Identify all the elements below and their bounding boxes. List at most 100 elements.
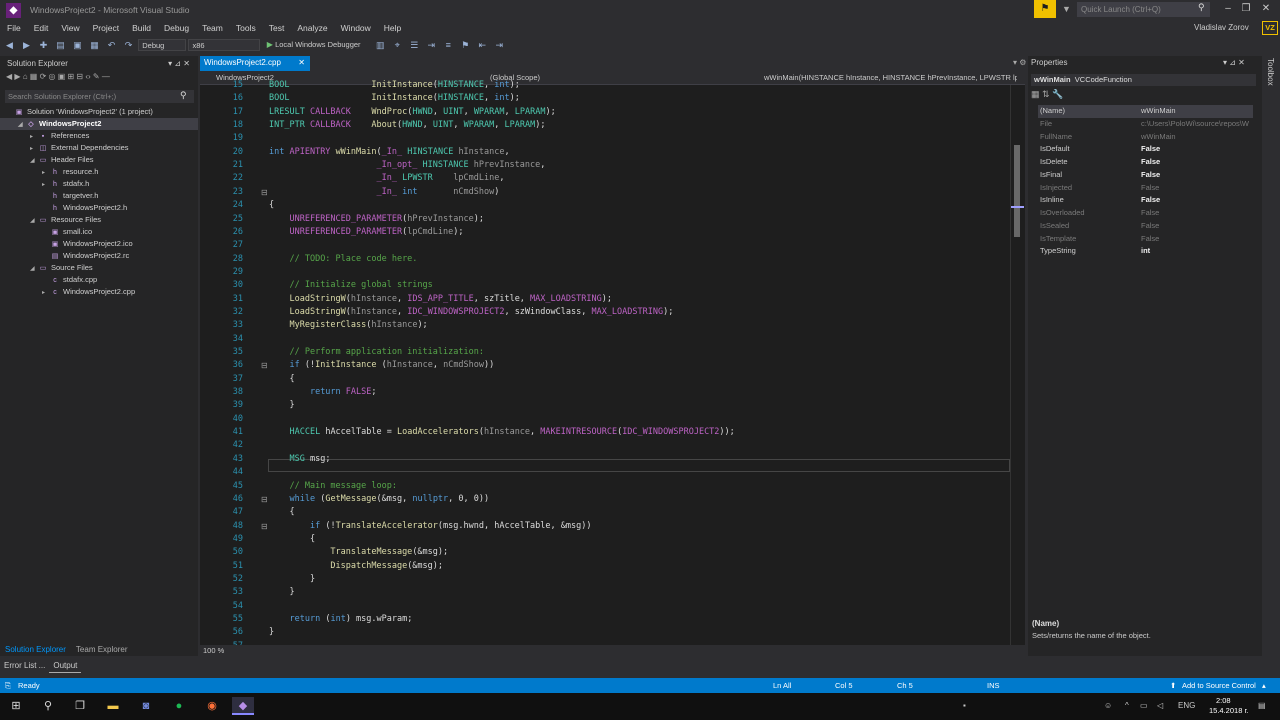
expand-arrow-icon[interactable]: ▸ bbox=[42, 287, 50, 299]
bookmark-icon[interactable]: ⚑ bbox=[460, 40, 471, 51]
code-line[interactable]: INT_PTR CALLBACK About(HWND, UINT, WPARA… bbox=[269, 119, 546, 132]
code-line[interactable]: { bbox=[269, 199, 274, 212]
platform-select[interactable]: x86 bbox=[188, 39, 261, 51]
toolbar-icons[interactable]: ◀ ▶ ⌂ ▦ ⟳ ◎ ▣ ⊞ ⊟ ‹› ✎ — bbox=[6, 72, 110, 81]
tree-item[interactable]: ◢ ▭ Header Files bbox=[0, 154, 198, 166]
tree-item[interactable]: ▸ h stdafx.h bbox=[0, 178, 198, 190]
close-button[interactable]: ✕ bbox=[1258, 2, 1274, 16]
property-row[interactable]: IsOverloaded False bbox=[1038, 207, 1253, 220]
show-hidden-icons[interactable]: ^ bbox=[1125, 701, 1129, 710]
clock-time[interactable]: 2:08 bbox=[1216, 696, 1231, 705]
code-line[interactable]: { bbox=[269, 506, 294, 519]
clock-date[interactable]: 15.4.2018 г. bbox=[1209, 706, 1248, 715]
maximize-button[interactable]: ❐ bbox=[1238, 2, 1254, 16]
property-value[interactable]: False bbox=[1141, 143, 1249, 156]
code-line[interactable]: LoadStringW(hInstance, IDS_APP_TITLE, sz… bbox=[269, 293, 611, 306]
code-line[interactable]: } bbox=[269, 399, 294, 412]
search-icon[interactable]: ⚲ bbox=[1198, 2, 1205, 13]
visual-studio-icon[interactable]: ◆ bbox=[232, 697, 254, 715]
scrollbar-thumb[interactable] bbox=[1014, 145, 1020, 237]
property-value[interactable]: False bbox=[1141, 156, 1249, 169]
property-row[interactable]: IsTemplate False bbox=[1038, 233, 1253, 246]
bookmark-prev-icon[interactable]: ⇤ bbox=[477, 40, 488, 51]
code-line[interactable]: } bbox=[269, 573, 315, 586]
code-line[interactable]: } bbox=[269, 626, 274, 639]
fold-toggle-icon[interactable]: ⊟ bbox=[261, 359, 268, 372]
menu-debug[interactable]: Debug bbox=[164, 23, 189, 33]
pin-icon[interactable]: ⌖ bbox=[392, 40, 403, 51]
code-line[interactable]: UNREFERENCED_PARAMETER(lpCmdLine); bbox=[269, 226, 463, 239]
property-value[interactable]: False bbox=[1141, 194, 1249, 207]
code-line[interactable]: if (!TranslateAccelerator(msg.hwnd, hAcc… bbox=[269, 520, 592, 533]
tray-app-icon[interactable]: ▪ bbox=[963, 701, 966, 710]
tab-team-explorer[interactable]: Team Explorer bbox=[71, 643, 133, 656]
code-line[interactable]: return FALSE; bbox=[269, 386, 377, 399]
code-line[interactable]: return (int) msg.wParam; bbox=[269, 613, 412, 626]
properties-object-select[interactable]: wWinMain VCCodeFunction bbox=[1031, 74, 1256, 86]
tree-item[interactable]: c stdafx.cpp bbox=[0, 274, 198, 286]
notification-flag-icon[interactable]: ⚑ bbox=[1034, 0, 1056, 18]
code-line[interactable]: LoadStringW(hInstance, IDC_WINDOWSPROJEC… bbox=[269, 306, 673, 319]
task-view-icon[interactable]: ❐ bbox=[69, 697, 91, 715]
spotify-icon[interactable]: ● bbox=[168, 697, 190, 715]
search-icon[interactable]: ⚲ bbox=[180, 90, 187, 101]
tree-item[interactable]: h WindowsProject2.h bbox=[0, 202, 198, 214]
navigate-forward-icon[interactable]: ▶ bbox=[21, 40, 32, 51]
pin-close-icon[interactable]: ▾ ⊿ ✕ bbox=[168, 59, 190, 68]
open-file-icon[interactable]: ▤ bbox=[55, 40, 66, 51]
tree-item[interactable]: ▣ WindowsProject2.ico bbox=[0, 238, 198, 250]
bookmark-next-icon[interactable]: ⇥ bbox=[494, 40, 505, 51]
indent-icon[interactable]: ⇥ bbox=[426, 40, 437, 51]
quick-launch-input[interactable]: Quick Launch (Ctrl+Q) bbox=[1077, 2, 1210, 17]
menu-project[interactable]: Project bbox=[93, 23, 119, 33]
property-value[interactable]: False bbox=[1141, 207, 1249, 220]
property-row[interactable]: IsFinal False bbox=[1038, 169, 1253, 182]
menu-analyze[interactable]: Analyze bbox=[297, 23, 327, 33]
close-tab-icon[interactable]: ✕ bbox=[298, 58, 305, 67]
redo-icon[interactable]: ↷ bbox=[123, 40, 134, 51]
filter-icon[interactable]: ▼ bbox=[1062, 4, 1071, 14]
code-line[interactable]: _In_opt_ HINSTANCE hPrevInstance, bbox=[269, 159, 545, 172]
fold-toggle-icon[interactable]: ⊟ bbox=[261, 520, 268, 533]
people-icon[interactable]: ☺ bbox=[1104, 701, 1112, 710]
property-row[interactable]: IsInline False bbox=[1038, 194, 1253, 207]
property-row[interactable]: (Name) wWinMain bbox=[1038, 105, 1253, 118]
browse-icon[interactable]: ▥ bbox=[375, 40, 386, 51]
fold-toggle-icon[interactable]: ⊟ bbox=[261, 493, 268, 506]
tree-item[interactable]: ▸ ◫ External Dependencies bbox=[0, 142, 198, 154]
tab-list-dropdown-icon[interactable]: ▾ ⚙ bbox=[1013, 58, 1026, 67]
code-line[interactable]: MyRegisterClass(hInstance); bbox=[269, 319, 427, 332]
new-project-icon[interactable]: ✚ bbox=[38, 40, 49, 51]
code-line[interactable]: { bbox=[269, 533, 315, 546]
undo-icon[interactable]: ↶ bbox=[106, 40, 117, 51]
discord-icon[interactable]: ◙ bbox=[135, 697, 157, 715]
tree-item[interactable]: ▸ h resource.h bbox=[0, 166, 198, 178]
start-icon[interactable]: ⊞ bbox=[5, 697, 27, 715]
code-line[interactable]: // Initialize global strings bbox=[269, 279, 432, 292]
menu-tools[interactable]: Tools bbox=[236, 23, 256, 33]
property-row[interactable]: TypeString int bbox=[1038, 245, 1253, 258]
network-icon[interactable]: ▭ bbox=[1140, 701, 1148, 710]
toolbox-tab[interactable]: Toolbox bbox=[1266, 58, 1275, 86]
property-value[interactable]: wWinMain bbox=[1141, 131, 1249, 144]
property-row[interactable]: FullName wWinMain bbox=[1038, 131, 1253, 144]
property-row[interactable]: File c:\Users\PoloWi\source\repos\Wi bbox=[1038, 118, 1253, 131]
add-to-source-control[interactable]: Add to Source Control bbox=[1182, 681, 1256, 690]
tab-error-list[interactable]: Error List ... bbox=[0, 659, 49, 672]
code-line[interactable]: TranslateMessage(&msg); bbox=[269, 546, 448, 559]
code-line[interactable]: // TODO: Place code here. bbox=[269, 253, 417, 266]
input-language[interactable]: ENG bbox=[1178, 701, 1195, 710]
code-line[interactable]: _In_ int nCmdShow) bbox=[269, 186, 499, 199]
menu-build[interactable]: Build bbox=[132, 23, 151, 33]
tree-item[interactable]: ◢ ▭ Source Files bbox=[0, 262, 198, 274]
save-icon[interactable]: ▣ bbox=[72, 40, 83, 51]
tree-item[interactable]: ▸ ▪ References bbox=[0, 130, 198, 142]
menu-view[interactable]: View bbox=[61, 23, 79, 33]
property-pages-icon[interactable]: 🔧 bbox=[1052, 89, 1063, 99]
user-name[interactable]: Vladislav Zorov bbox=[1194, 23, 1249, 32]
code-line[interactable]: DispatchMessage(&msg); bbox=[269, 560, 443, 573]
document-tab[interactable]: WindowsProject2.cpp ✕ bbox=[200, 56, 310, 71]
tab-output[interactable]: Output bbox=[49, 659, 82, 673]
tree-item[interactable]: ▸ c WindowsProject2.cpp bbox=[0, 286, 198, 298]
tree-item[interactable]: h targetver.h bbox=[0, 190, 198, 202]
